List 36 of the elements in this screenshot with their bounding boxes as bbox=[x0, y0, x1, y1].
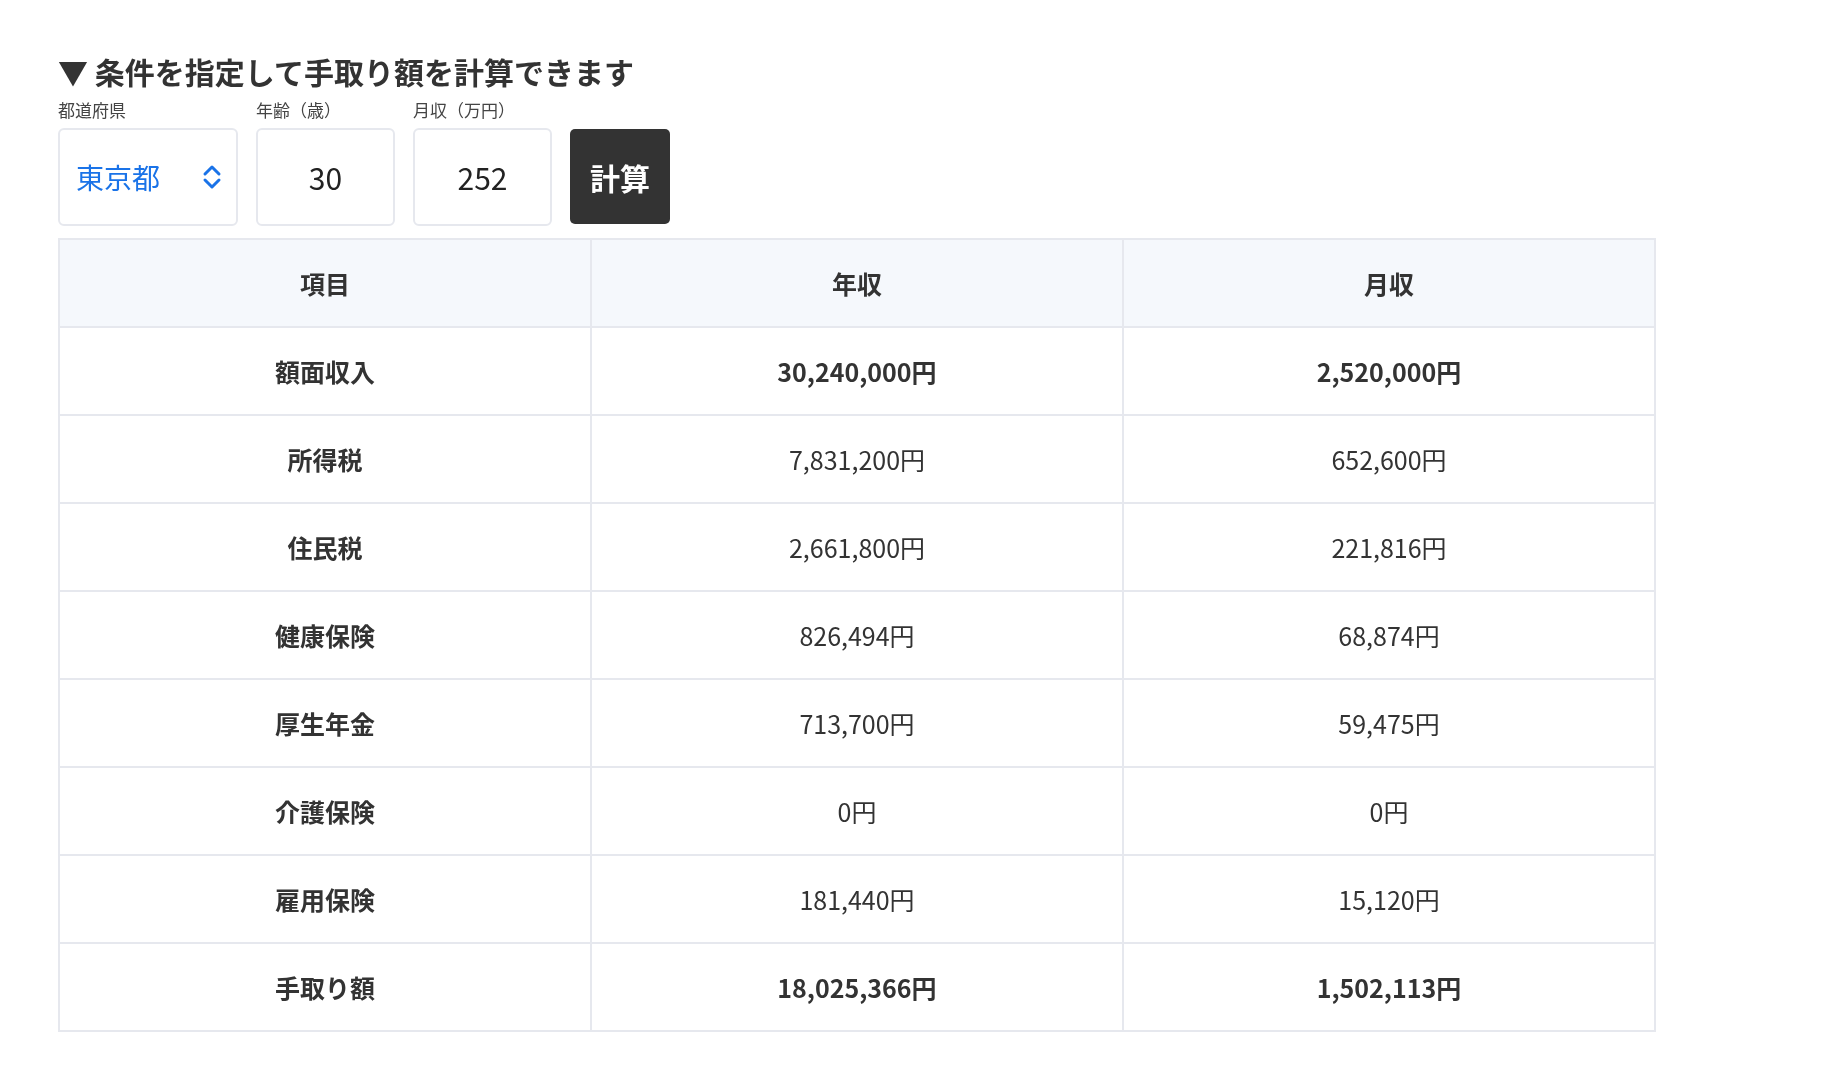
table-cell: 18,025,366円 bbox=[591, 943, 1123, 1031]
table-cell: 2,661,800円 bbox=[591, 503, 1123, 591]
table-cell: 2,520,000円 bbox=[1123, 327, 1655, 415]
field-label: 都道府県 bbox=[58, 97, 127, 122]
table-cell: 雇用保険 bbox=[59, 855, 591, 943]
table-cell: 所得税 bbox=[59, 415, 591, 503]
table-cell: 59,475円 bbox=[1123, 679, 1655, 767]
field-label: 月収（万円） bbox=[413, 97, 516, 122]
column-header: 項目 bbox=[59, 239, 591, 327]
column-header: 月収 bbox=[1123, 239, 1655, 327]
section-heading: ▼ 条件を指定して手取り額を計算できます bbox=[58, 52, 635, 91]
table-cell: 15,120円 bbox=[1123, 855, 1655, 943]
table-cell: 826,494円 bbox=[591, 591, 1123, 679]
column-header: 年収 bbox=[591, 239, 1123, 327]
salary-input[interactable]: 252 bbox=[413, 128, 552, 226]
prefecture-select[interactable]: 東京都 bbox=[58, 128, 238, 226]
table-cell: 手取り額 bbox=[59, 943, 591, 1031]
table-cell: 住民税 bbox=[59, 503, 591, 591]
table-cell: 181,440円 bbox=[591, 855, 1123, 943]
table-cell: 0円 bbox=[591, 767, 1123, 855]
table-cell: 1,502,113円 bbox=[1123, 943, 1655, 1031]
age-input[interactable]: 30 bbox=[256, 128, 395, 226]
table-cell: 7,831,200円 bbox=[591, 415, 1123, 503]
chevron-up-down-icon bbox=[202, 164, 222, 190]
table-cell: 221,816円 bbox=[1123, 503, 1655, 591]
table-cell: 額面収入 bbox=[59, 327, 591, 415]
table-cell: 0円 bbox=[1123, 767, 1655, 855]
table-cell: 厚生年金 bbox=[59, 679, 591, 767]
table-cell: 652,600円 bbox=[1123, 415, 1655, 503]
table-cell: 介護保険 bbox=[59, 767, 591, 855]
field-label: 年齢（歳） bbox=[256, 97, 342, 122]
table-cell: 68,874円 bbox=[1123, 591, 1655, 679]
table-cell: 713,700円 bbox=[591, 679, 1123, 767]
calculate-button[interactable]: 計算 bbox=[570, 129, 670, 224]
table-cell: 健康保険 bbox=[59, 591, 591, 679]
table-cell: 30,240,000円 bbox=[591, 327, 1123, 415]
